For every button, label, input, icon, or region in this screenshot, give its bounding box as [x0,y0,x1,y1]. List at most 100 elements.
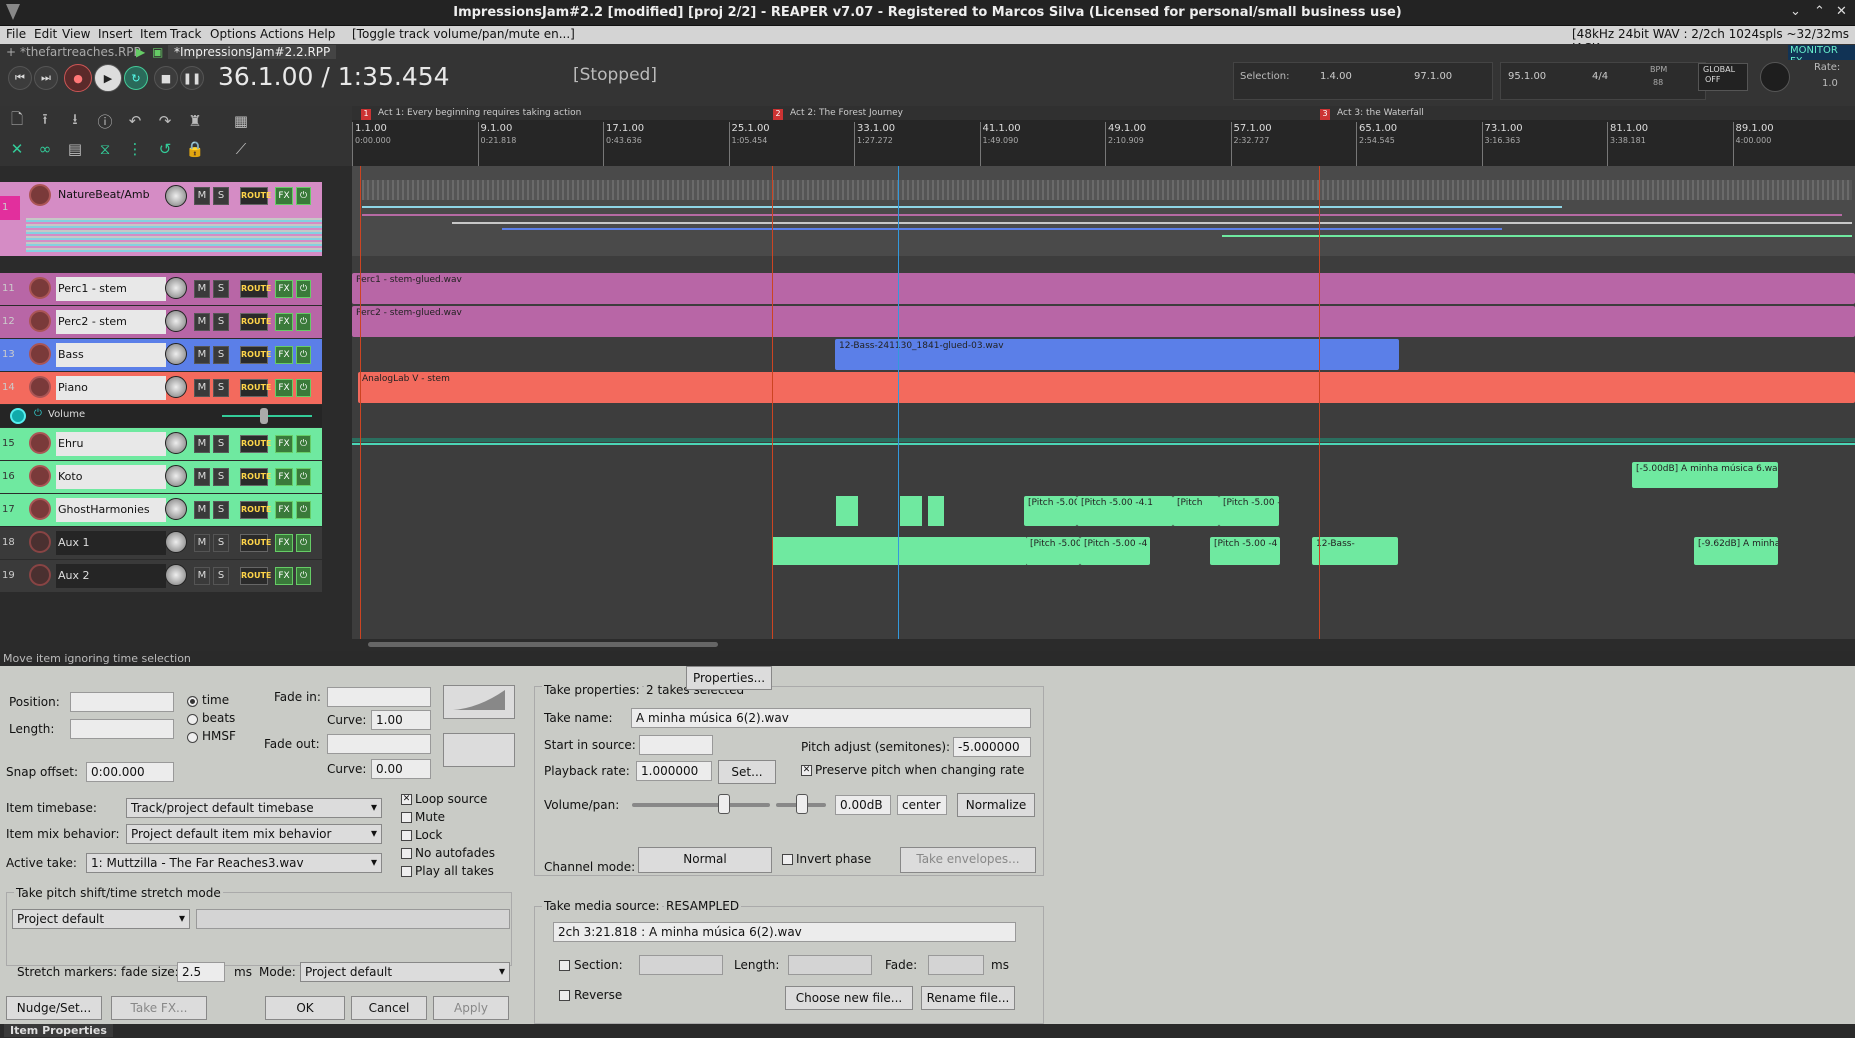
section-label[interactable]: Section: [574,958,623,972]
repeat-icon[interactable]: ↻ [124,66,148,90]
source-properties-button[interactable]: Properties... [686,666,772,690]
section-start-field[interactable] [639,955,723,975]
take-envelopes-button[interactable]: Take envelopes... [900,847,1036,873]
fade-out-shape-button[interactable] [443,733,515,767]
route-button[interactable]: ROUTE [240,187,271,205]
hmsf-radio[interactable] [187,732,198,743]
lock-icon[interactable]: 🔒 [182,138,208,160]
time-radio-label[interactable]: time [202,693,229,707]
item-koto-small-1[interactable] [836,496,858,526]
timeline-ruler[interactable]: 1 Act 1: Every beginning requires taking… [352,106,1855,166]
section-checkbox[interactable] [559,960,570,971]
track-14-header[interactable]: 14 Piano M S ROUTE FX ⏻ [0,372,322,404]
fx-power-icon[interactable]: ⏻ [296,187,311,205]
volume-knob[interactable] [165,432,187,454]
mute-button[interactable]: M [194,468,210,486]
record-arm-icon[interactable] [29,184,51,206]
solo-button[interactable]: S [213,187,229,205]
item-koto-a[interactable]: [Pitch -5.00 -4.1 [1024,496,1077,526]
channel-mode-button[interactable]: Normal [638,847,772,873]
set-rate-button[interactable]: Set... [718,760,776,784]
play-all-takes-checkbox[interactable] [401,866,412,877]
item-koto-small-3[interactable] [928,496,944,526]
media-file-field[interactable]: 2ch 3:21.818 : A minha música 6(2).wav [553,922,1016,942]
pan-value-field[interactable]: center [897,795,947,815]
beats-radio[interactable] [187,714,198,725]
menu-track[interactable]: Track [170,27,201,41]
section-length-field[interactable] [788,955,872,975]
rate-value[interactable]: 1.0 [1822,78,1838,89]
track-name[interactable]: Ehru [56,432,166,456]
start-in-source-field[interactable] [639,735,713,755]
pause-icon[interactable]: ❚❚ [180,66,204,90]
volume-envelope-lane-header[interactable]: ⏻ Volume [0,405,322,427]
menu-options[interactable]: Options [210,27,256,41]
preserve-pitch-label[interactable]: Preserve pitch when changing rate [815,763,1024,777]
mute-button[interactable]: M [194,346,210,364]
track-18-header[interactable]: 18 Aux 1 M S ROUTE FX ⏻ [0,527,322,559]
ripple-icon[interactable]: ↺ [152,138,178,160]
time-radio[interactable] [187,696,198,707]
solo-button[interactable]: S [213,280,229,298]
razor-icon[interactable]: ⟋ [228,138,254,160]
track-12-header[interactable]: 12 Perc2 - stem M S ROUTE FX ⏻ [0,306,322,338]
volume-knob[interactable] [165,185,187,207]
envelope-link-icon[interactable]: ⧖ [92,138,118,160]
track-name[interactable]: Perc1 - stem [56,277,166,301]
plus-icon[interactable]: + [6,45,16,59]
horizontal-scrollbar[interactable] [352,639,1855,651]
choose-file-button[interactable]: Choose new file... [785,986,913,1010]
hmsf-radio-label[interactable]: HMSF [202,729,236,743]
track-name[interactable]: NatureBeat/Amb [56,183,166,207]
track-name[interactable]: Koto [56,465,166,489]
item-perc2[interactable]: Perc2 - stem-glued.wav [352,306,1855,337]
track-name[interactable]: Aux 1 [56,531,166,555]
route-button[interactable]: ROUTE [240,567,271,585]
go-to-start-icon[interactable]: ⏮ [8,66,32,90]
snap-icon[interactable]: ⋮ [122,138,148,160]
pan-slider-thumb[interactable] [796,794,808,814]
volume-slider-track[interactable] [632,803,770,807]
mute-button[interactable]: M [194,313,210,331]
route-button[interactable]: ROUTE [240,379,271,397]
fx-button[interactable]: FX [275,346,293,364]
route-button[interactable]: ROUTE [240,346,271,364]
fx-button[interactable]: FX [275,280,293,298]
go-to-end-icon[interactable]: ⏭ [34,66,58,90]
close-icon[interactable]: ✕ [1836,4,1847,19]
volume-knob[interactable] [165,564,187,586]
track-name[interactable]: Bass [56,343,166,367]
section-fade-field[interactable] [928,955,984,975]
grid-icon[interactable]: ▦ [228,110,254,132]
volume-knob[interactable] [165,277,187,299]
fx-power-icon[interactable]: ⏻ [296,501,311,519]
selection-end[interactable]: 97.1.00 [1414,71,1452,82]
fx-button[interactable]: FX [275,435,293,453]
rate-knob[interactable] [1760,62,1790,92]
envelope-slider-thumb[interactable] [260,408,268,424]
time-signature[interactable]: 4/4 [1592,71,1608,82]
menu-insert[interactable]: Insert [98,27,132,41]
route-button[interactable]: ROUTE [240,501,271,519]
item-ghost-b[interactable]: [Pitch -5.00 -4 [1080,537,1150,565]
solo-button[interactable]: S [213,435,229,453]
record-arm-icon[interactable] [29,465,51,487]
invert-phase-label[interactable]: Invert phase [796,852,871,866]
rename-file-button[interactable]: Rename file... [921,986,1015,1010]
record-arm-icon[interactable] [29,498,51,520]
no-autofades-checkbox[interactable] [401,848,412,859]
open-icon[interactable]: ⭱ [32,110,58,132]
menu-help[interactable]: Help [308,27,335,41]
fx-power-icon[interactable]: ⏻ [296,468,311,486]
item-ghost-base[interactable] [772,537,1026,565]
track-17-header[interactable]: 17 GhostHarmonies M S ROUTE FX ⏻ [0,494,322,526]
scrollbar-thumb[interactable] [368,642,718,647]
position-field[interactable] [70,692,174,712]
fx-power-icon[interactable]: ⏻ [296,379,311,397]
item-ghost-e[interactable]: [-9.62dB] A minha mú [1694,537,1778,565]
item-ghost-a[interactable]: [Pitch -5.00 [1026,537,1080,565]
ok-button[interactable]: OK [265,996,345,1020]
new-file-icon[interactable]: 🗋 [4,110,30,132]
route-button[interactable]: ROUTE [240,280,271,298]
route-button[interactable]: ROUTE [240,313,271,331]
